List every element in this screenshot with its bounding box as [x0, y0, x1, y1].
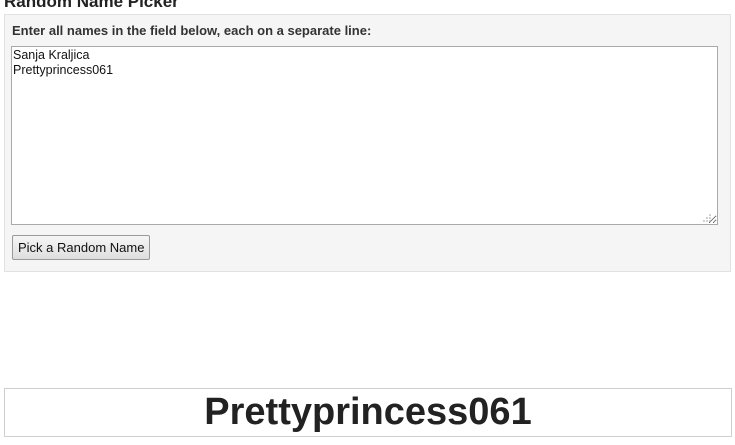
names-textarea[interactable]: Sanja Kraljica Prettyprincess061: [11, 46, 718, 225]
result-box: Prettyprincess061: [4, 388, 732, 437]
result-name: Prettyprincess061: [204, 391, 532, 433]
picker-panel: Enter all names in the field below, each…: [4, 14, 731, 272]
page-title: Random Name Picker: [4, 0, 179, 11]
pick-random-name-button[interactable]: Pick a Random Name: [12, 235, 151, 260]
instructions-label: Enter all names in the field below, each…: [12, 23, 372, 38]
